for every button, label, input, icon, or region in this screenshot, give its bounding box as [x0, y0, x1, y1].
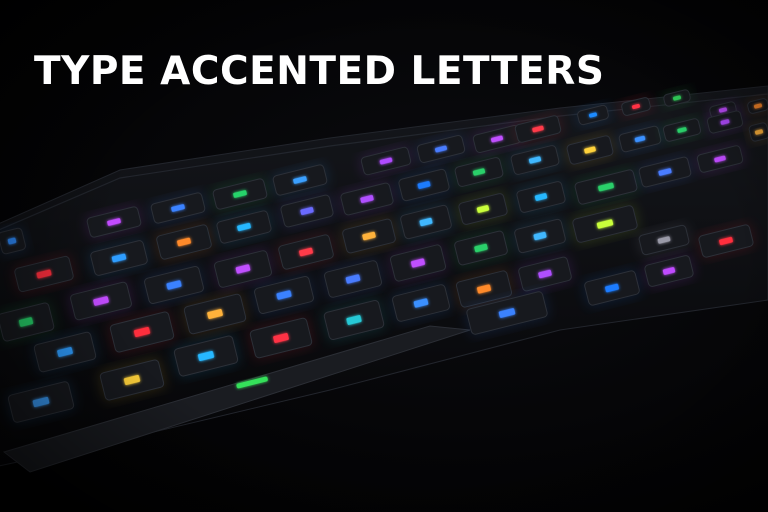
headline-title: TYPE ACCENTED LETTERS [34, 49, 605, 94]
photo-canvas: TYPE ACCENTED LETTERS [0, 0, 768, 512]
